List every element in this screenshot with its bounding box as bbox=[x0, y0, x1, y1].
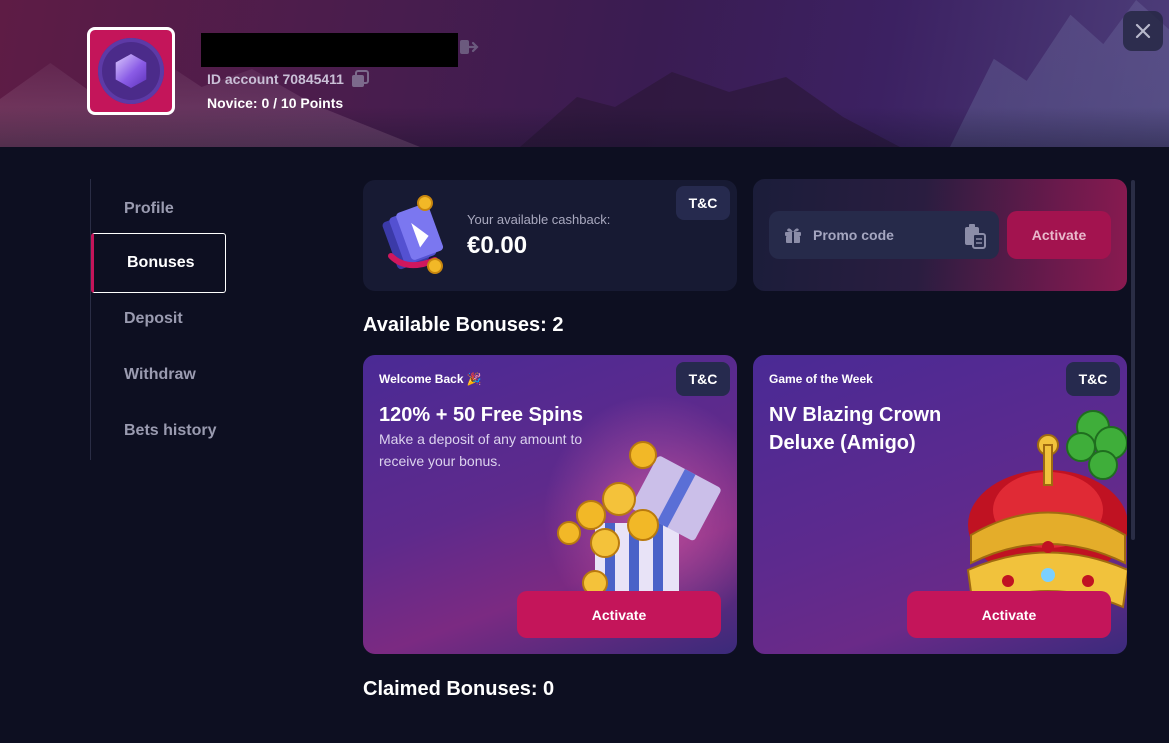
bonus-tag: Welcome Back 🎉 bbox=[379, 372, 482, 386]
paste-icon[interactable] bbox=[963, 223, 987, 249]
available-bonuses-title: Available Bonuses: 2 bbox=[363, 314, 564, 336]
logout-icon[interactable] bbox=[459, 38, 479, 56]
claimed-bonuses-title: Claimed Bonuses: 0 bbox=[363, 678, 555, 700]
cashback-label: Your available cashback: bbox=[467, 212, 611, 227]
bonus-page: ID account 70845411 Novice: 0 / 10 Point… bbox=[0, 0, 1169, 743]
sidebar-item-bets-history[interactable]: Bets history bbox=[91, 401, 226, 461]
promo-code-placeholder: Promo code bbox=[813, 227, 894, 243]
close-button[interactable] bbox=[1123, 11, 1163, 51]
close-icon bbox=[1135, 23, 1151, 39]
cashback-cards-icon bbox=[382, 195, 444, 274]
copy-icon[interactable] bbox=[350, 69, 370, 89]
bonus-tag: Game of the Week bbox=[769, 372, 873, 386]
bonus-activate-button[interactable]: Activate bbox=[907, 591, 1111, 638]
bonus-card-game-of-week: Game of the Week T&C NV Blazing Crown De… bbox=[753, 355, 1127, 654]
bonus-tc-button[interactable]: T&C bbox=[676, 362, 730, 396]
promo-card: Promo code Activate bbox=[753, 179, 1127, 291]
profile-header: ID account 70845411 Novice: 0 / 10 Point… bbox=[0, 0, 1169, 147]
promo-activate-button[interactable]: Activate bbox=[1007, 211, 1111, 259]
redacted-username bbox=[201, 33, 458, 67]
bonus-tc-button[interactable]: T&C bbox=[1066, 362, 1120, 396]
cashback-tc-button[interactable]: T&C bbox=[676, 186, 730, 220]
cashback-card: Your available cashback: €0.00 T&C bbox=[363, 180, 737, 291]
gift-icon bbox=[785, 228, 801, 243]
bonus-activate-button[interactable]: Activate bbox=[517, 591, 721, 638]
bonus-title: 120% + 50 Free Spins bbox=[379, 404, 584, 426]
bonus-title: NV Blazing Crown Deluxe (Amigo) bbox=[769, 404, 942, 454]
bonus-description: Make a deposit of any amount to receive … bbox=[379, 431, 583, 469]
scrollbar[interactable] bbox=[1131, 180, 1135, 540]
sidebar-item-withdraw[interactable]: Withdraw bbox=[91, 345, 226, 405]
loyalty-level: Novice: 0 / 10 Points bbox=[207, 95, 344, 111]
gem-icon bbox=[115, 54, 147, 88]
cashback-amount: €0.00 bbox=[467, 232, 528, 259]
sidebar-nav: Profile Bonuses Deposit Withdraw Bets hi… bbox=[90, 179, 230, 460]
bonus-card-welcome: Welcome Back 🎉 T&C 120% + 50 Free Spins … bbox=[363, 355, 737, 654]
sidebar-item-deposit[interactable]: Deposit bbox=[91, 289, 226, 349]
promo-code-input[interactable]: Promo code bbox=[769, 211, 999, 259]
sidebar-item-bonuses[interactable]: Bonuses bbox=[91, 233, 226, 293]
sidebar-item-profile[interactable]: Profile bbox=[91, 179, 226, 239]
avatar bbox=[87, 27, 175, 115]
account-id: ID account 70845411 bbox=[207, 71, 344, 87]
